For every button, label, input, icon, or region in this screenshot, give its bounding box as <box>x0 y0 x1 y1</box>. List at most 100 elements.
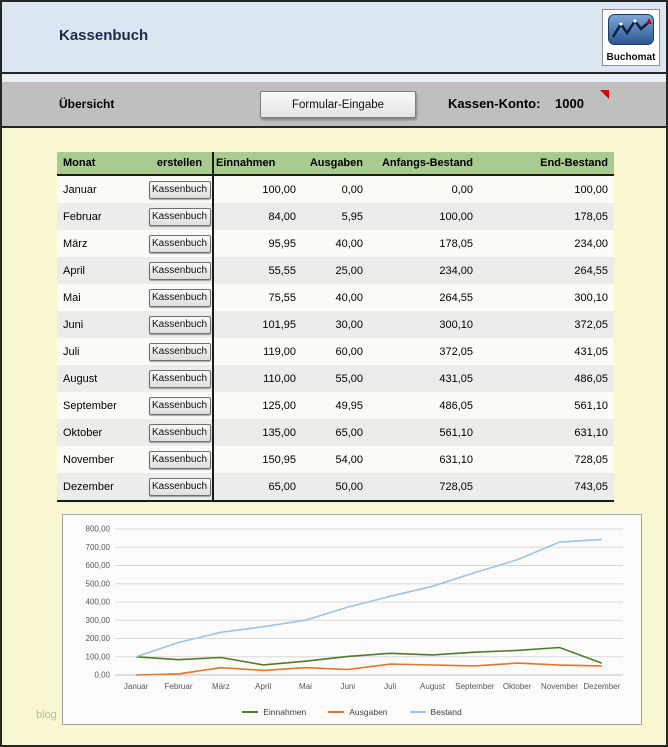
svg-text:November: November <box>541 682 578 691</box>
ausgaben-value: 40,00 <box>302 238 369 250</box>
svg-text:September: September <box>455 682 494 691</box>
ausgaben-value: 55,00 <box>302 373 369 385</box>
kassenbuch-button[interactable]: Kassenbuch <box>149 451 211 469</box>
legend-item: Einnahmen <box>242 707 306 717</box>
endbestand-value: 234,00 <box>479 238 614 250</box>
kassenbuch-button[interactable]: Kassenbuch <box>149 343 211 361</box>
endbestand-value: 372,05 <box>479 319 614 331</box>
ausgaben-value: 54,00 <box>302 454 369 466</box>
month-label: Oktober <box>57 427 147 439</box>
month-label: Juni <box>57 319 147 331</box>
svg-text:500,00: 500,00 <box>86 579 111 588</box>
kassenbuch-button[interactable]: Kassenbuch <box>149 262 211 280</box>
legend-line-icon <box>410 711 426 713</box>
page-title: Kassenbuch <box>59 27 148 44</box>
table-row: DezemberKassenbuch65,0050,00728,05743,05 <box>57 473 614 500</box>
month-label: November <box>57 454 147 466</box>
table-row: SeptemberKassenbuch125,0049,95486,05561,… <box>57 392 614 419</box>
einnahmen-value: 135,00 <box>212 427 302 439</box>
endbestand-value: 178,05 <box>479 211 614 223</box>
chart-plot: 0,00100,00200,00300,00400,00500,00600,00… <box>69 521 635 704</box>
button-cell: Kassenbuch <box>147 316 212 334</box>
svg-text:August: August <box>420 682 446 691</box>
month-label: August <box>57 373 147 385</box>
watermark: blog <box>36 709 57 721</box>
kassenbuch-button[interactable]: Kassenbuch <box>149 478 211 496</box>
svg-text:Mai: Mai <box>299 682 312 691</box>
kassenbuch-button[interactable]: Kassenbuch <box>149 289 211 307</box>
anfangsbestand-value: 561,10 <box>369 427 479 439</box>
column-header-ausgaben: Ausgaben <box>302 157 369 169</box>
anfangsbestand-value: 100,00 <box>369 211 479 223</box>
ausgaben-value: 5,95 <box>302 211 369 223</box>
ausgaben-value: 49,95 <box>302 400 369 412</box>
column-header-monat: Monat <box>57 157 147 169</box>
ausgaben-value: 65,00 <box>302 427 369 439</box>
svg-text:Juli: Juli <box>384 682 396 691</box>
table-divider-line <box>212 152 214 500</box>
svg-text:0,00: 0,00 <box>94 671 110 680</box>
buchomat-logo: Buchomat <box>602 9 660 66</box>
comment-marker-icon <box>600 90 609 99</box>
ausgaben-value: 25,00 <box>302 265 369 277</box>
svg-text:Juni: Juni <box>340 682 355 691</box>
svg-text:100,00: 100,00 <box>86 652 111 661</box>
einnahmen-value: 84,00 <box>212 211 302 223</box>
toolbar: Übersicht Formular-Eingabe Kassen-Konto:… <box>2 82 666 126</box>
svg-text:Oktober: Oktober <box>503 682 532 691</box>
chart-svg: 0,00100,00200,00300,00400,00500,00600,00… <box>69 521 635 699</box>
kassenbuch-button[interactable]: Kassenbuch <box>149 316 211 334</box>
kassenbuch-button[interactable]: Kassenbuch <box>149 181 211 199</box>
kassenbuch-button[interactable]: Kassenbuch <box>149 370 211 388</box>
column-header-anfangsbestand: Anfangs-Bestand <box>369 157 479 169</box>
svg-text:April: April <box>255 682 271 691</box>
anfangsbestand-value: 264,55 <box>369 292 479 304</box>
anfangsbestand-value: 178,05 <box>369 238 479 250</box>
endbestand-value: 743,05 <box>479 481 614 493</box>
endbestand-value: 264,55 <box>479 265 614 277</box>
month-label: Februar <box>57 211 147 223</box>
legend-label: Bestand <box>431 707 462 717</box>
chart-legend: Einnahmen Ausgaben Bestand <box>69 704 635 720</box>
endbestand-value: 631,10 <box>479 427 614 439</box>
svg-text:700,00: 700,00 <box>86 543 111 552</box>
button-cell: Kassenbuch <box>147 181 212 199</box>
kassenbuch-button[interactable]: Kassenbuch <box>149 208 211 226</box>
ausgaben-value: 50,00 <box>302 481 369 493</box>
einnahmen-value: 75,55 <box>212 292 302 304</box>
kassenbuch-button[interactable]: Kassenbuch <box>149 235 211 253</box>
formular-eingabe-button[interactable]: Formular-Eingabe <box>260 91 416 118</box>
column-header-erstellen: erstellen <box>147 157 212 169</box>
logo-text: Buchomat <box>607 52 656 63</box>
legend-line-icon <box>242 711 258 713</box>
einnahmen-value: 55,55 <box>212 265 302 277</box>
einnahmen-value: 110,00 <box>212 373 302 385</box>
kassenbuch-button[interactable]: Kassenbuch <box>149 424 211 442</box>
logo-chart-icon <box>608 14 654 50</box>
kassenbuch-table: Monat erstellen Einnahmen Ausgaben Anfan… <box>57 152 614 502</box>
anfangsbestand-value: 372,05 <box>369 346 479 358</box>
button-cell: Kassenbuch <box>147 397 212 415</box>
kassenbuch-button[interactable]: Kassenbuch <box>149 397 211 415</box>
table-row: JanuarKassenbuch100,000,000,00100,00 <box>57 176 614 203</box>
table-row: MaiKassenbuch75,5540,00264,55300,10 <box>57 284 614 311</box>
table-row: AugustKassenbuch110,0055,00431,05486,05 <box>57 365 614 392</box>
button-cell: Kassenbuch <box>147 208 212 226</box>
table-row: JuliKassenbuch119,0060,00372,05431,05 <box>57 338 614 365</box>
svg-text:Dezember: Dezember <box>583 682 620 691</box>
legend-item: Ausgaben <box>328 707 387 717</box>
svg-text:400,00: 400,00 <box>86 598 111 607</box>
header: Kassenbuch Buchomat <box>2 2 666 72</box>
endbestand-value: 100,00 <box>479 184 614 196</box>
button-cell: Kassenbuch <box>147 235 212 253</box>
month-label: Juli <box>57 346 147 358</box>
einnahmen-value: 65,00 <box>212 481 302 493</box>
month-label: Dezember <box>57 481 147 493</box>
legend-label: Einnahmen <box>263 707 306 717</box>
endbestand-value: 431,05 <box>479 346 614 358</box>
chart-panel: 0,00100,00200,00300,00400,00500,00600,00… <box>62 514 642 725</box>
table-row: FebruarKassenbuch84,005,95100,00178,05 <box>57 203 614 230</box>
month-label: April <box>57 265 147 277</box>
svg-text:Februar: Februar <box>164 682 192 691</box>
ausgaben-value: 30,00 <box>302 319 369 331</box>
